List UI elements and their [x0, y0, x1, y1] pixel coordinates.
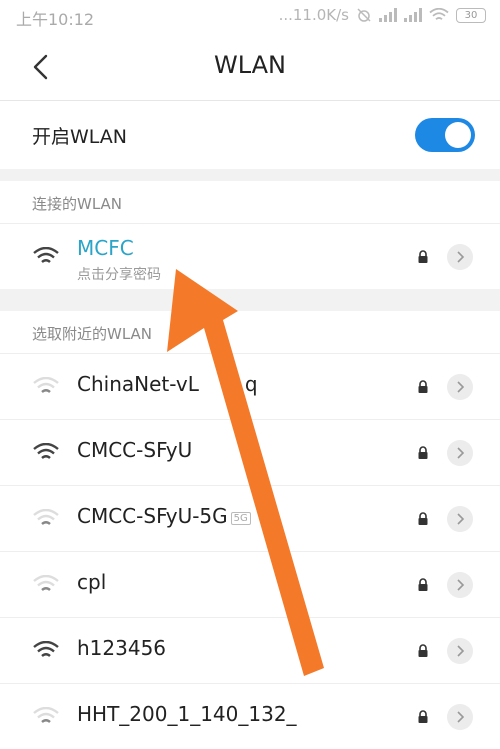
wifi-signal-strong-icon [33, 443, 59, 459]
wifi-signal-weak-icon [33, 509, 59, 525]
page-title: WLAN [213, 51, 287, 79]
section-label: 选取附近的WLAN [32, 325, 153, 343]
lock-icon [418, 710, 428, 723]
wlan-toggle-row[interactable]: 开启WLAN [0, 101, 500, 169]
wifi-signal-weak-icon [33, 575, 59, 591]
cell-signal-hd-icon [404, 8, 422, 22]
ssid-text: CMCC-SFyU-5G [77, 504, 228, 528]
network-ssid: MCFC [77, 236, 134, 260]
status-bar: 上午10:12 ...11.0K/s 30 [0, 0, 500, 34]
band-badge: 5G [230, 512, 251, 525]
alarm-off-icon [357, 8, 371, 22]
network-details-button[interactable] [447, 704, 473, 730]
network-ssid: CMCC-SFyU [77, 438, 193, 462]
wlan-switch[interactable] [415, 118, 475, 152]
section-label: 连接的WLAN [32, 195, 123, 213]
network-details-button[interactable] [447, 244, 473, 270]
wifi-signal-weak-icon [33, 707, 59, 723]
chevron-right-icon [457, 447, 465, 459]
chevron-right-icon [457, 251, 465, 263]
section-header-connected: 连接的WLAN [0, 181, 500, 223]
lock-icon [418, 446, 428, 459]
wlan-toggle-label: 开启WLAN [32, 126, 128, 148]
network-row[interactable]: h123456 [0, 617, 500, 683]
network-row[interactable]: CMCC-SFyU [0, 419, 500, 485]
chevron-right-icon [457, 711, 465, 723]
network-row[interactable]: CMCC-SFyU-5G 5G [0, 485, 500, 551]
network-details-button[interactable] [447, 638, 473, 664]
status-icons: ...11.0K/s 30 [279, 6, 486, 24]
network-row[interactable]: cpl [0, 551, 500, 617]
lock-icon [418, 578, 428, 591]
section-gap [0, 169, 500, 181]
status-time: 上午10:12 [16, 10, 95, 29]
network-ssid: ChinaNet-vL q [77, 372, 258, 396]
network-details-button[interactable] [447, 572, 473, 598]
lock-icon [418, 512, 428, 525]
wifi-signal-strong-icon [33, 641, 59, 657]
lock-icon [418, 250, 428, 263]
chevron-right-icon [457, 381, 465, 393]
ssid-suffix: q [244, 372, 258, 396]
cell-signal-icon [379, 8, 397, 22]
wifi-signal-strong-icon [33, 247, 59, 263]
network-speed: ...11.0K/s [278, 6, 349, 24]
section-header-nearby: 选取附近的WLAN [0, 311, 500, 353]
network-details-button[interactable] [447, 374, 473, 400]
switch-knob [445, 122, 471, 148]
lock-icon [418, 644, 428, 657]
wifi-status-icon [429, 7, 449, 20]
wifi-signal-weak-icon [33, 377, 59, 393]
network-details-button[interactable] [447, 440, 473, 466]
section-gap [0, 289, 500, 311]
chevron-right-icon [457, 645, 465, 657]
network-ssid: HHT_200_1_140_132_ [77, 702, 297, 726]
network-ssid: CMCC-SFyU-5G 5G [77, 504, 251, 528]
network-ssid: h123456 [77, 636, 167, 660]
ssid-text: ChinaNet-vL [77, 372, 199, 396]
top-bar: WLAN [0, 34, 500, 100]
share-password-hint[interactable]: 点击分享密码 [77, 264, 161, 284]
network-details-button[interactable] [447, 506, 473, 532]
connected-network-row[interactable]: MCFC 点击分享密码 [0, 223, 500, 289]
chevron-right-icon [457, 513, 465, 525]
network-ssid: cpl [77, 570, 107, 594]
lock-icon [418, 380, 428, 393]
chevron-right-icon [457, 579, 465, 591]
network-row[interactable]: ChinaNet-vL q [0, 353, 500, 419]
network-row[interactable]: HHT_200_1_140_132_ [0, 683, 500, 749]
battery-icon: 30 [456, 7, 486, 23]
